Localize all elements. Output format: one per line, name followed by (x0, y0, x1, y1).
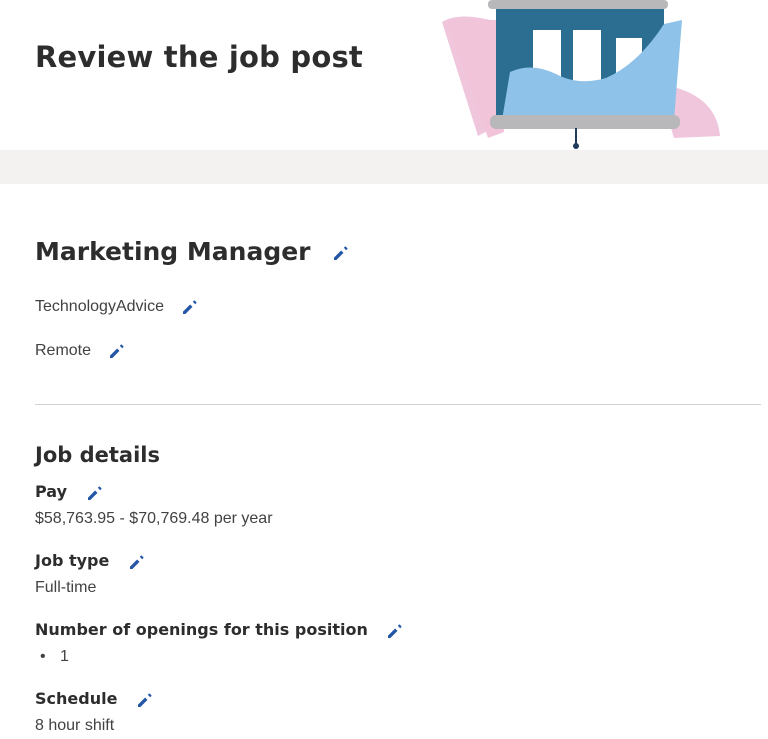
page-header: Review the job post (0, 0, 768, 150)
edit-company-pencil-icon[interactable] (180, 297, 200, 317)
schedule-value: 8 hour shift (35, 717, 115, 734)
header-divider-band (0, 150, 768, 184)
section-divider (35, 404, 761, 405)
job-location: Remote (35, 342, 92, 360)
schedule-label-row: Schedule (35, 689, 155, 710)
openings-list-item: 1 (40, 648, 69, 666)
openings-label: Number of openings for this position (35, 620, 368, 639)
schedule-label: Schedule (35, 689, 118, 708)
job-type-value: Full-time (35, 579, 97, 596)
pay-label-row: Pay (35, 482, 105, 503)
job-type-label-row: Job type (35, 551, 147, 572)
edit-schedule-pencil-icon[interactable] (135, 690, 155, 710)
job-details-heading: Job details (35, 443, 160, 467)
edit-openings-pencil-icon[interactable] (385, 621, 405, 641)
openings-label-row: Number of openings for this position (35, 620, 405, 641)
location-row: Remote (35, 341, 127, 361)
edit-location-pencil-icon[interactable] (107, 341, 127, 361)
job-title: Marketing Manager (35, 237, 351, 266)
projector-screen-illustration (442, 0, 720, 149)
job-title-text: Marketing Manager (35, 237, 311, 266)
edit-job-title-pencil-icon[interactable] (331, 243, 351, 263)
page-title: Review the job post (35, 40, 363, 74)
pay-value: $58,763.95 - $70,769.48 per year (35, 510, 273, 527)
openings-count: 1 (60, 648, 69, 665)
company-name: TechnologyAdvice (35, 298, 164, 316)
company-name-row: TechnologyAdvice (35, 297, 200, 317)
edit-job-type-pencil-icon[interactable] (127, 552, 147, 572)
job-type-label: Job type (35, 551, 110, 570)
pay-label: Pay (35, 482, 68, 501)
edit-pay-pencil-icon[interactable] (85, 483, 105, 503)
